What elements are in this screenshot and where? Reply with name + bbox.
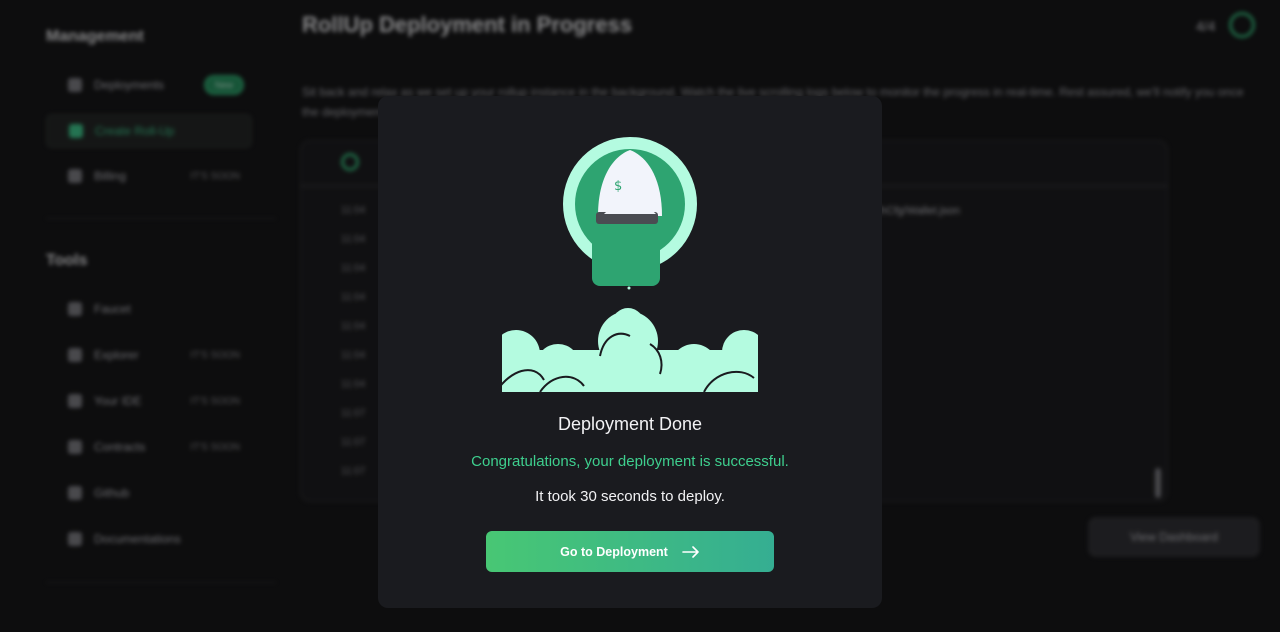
deploy-duration-text: It took 30 seconds to deploy.: [535, 488, 725, 505]
spinner-icon: [341, 153, 359, 171]
sidebar-item-label: Faucet: [94, 302, 131, 316]
sidebar-item-documentations[interactable]: Documentations: [46, 523, 250, 555]
sidebar-item-create-rollup[interactable]: Create Roll-Up: [46, 114, 252, 148]
modal-title: Deployment Done: [557, 414, 703, 434]
go-to-deployment-button[interactable]: Go to Deployment: [486, 531, 774, 572]
sidebar-item-label: Explorer: [94, 348, 139, 362]
dollar-icon: $: [614, 179, 622, 194]
documentation-icon: [68, 532, 82, 546]
sidebar-heading-tools: Tools: [46, 252, 88, 269]
log-line: 11:07: [341, 437, 366, 448]
step-counter: 4/4: [1196, 18, 1216, 34]
contracts-icon: [68, 440, 82, 454]
deployment-done-modal: $ Deployment Done Congratulations, your …: [378, 96, 882, 608]
soon-tag: IT'S SOON: [190, 170, 240, 182]
sidebar-item-your-ide[interactable]: Your IDE IT'S SOON: [46, 385, 250, 417]
spark: [627, 286, 631, 290]
ide-icon: [68, 394, 82, 408]
deployments-icon: [68, 78, 82, 92]
log-line: 11:07: [341, 466, 366, 477]
soon-tag: IT'S SOON: [190, 441, 240, 453]
github-icon: [68, 486, 82, 500]
sidebar-item-contracts[interactable]: Contracts IT'S SOON: [46, 431, 250, 463]
billing-icon: [68, 169, 82, 183]
log-line-text: ethCfg/Wallet.json: [871, 205, 960, 217]
log-line: 11:04: [341, 321, 366, 332]
sidebar-item-label: Contracts: [94, 440, 146, 454]
sidebar-item-deployments[interactable]: Deployments New: [46, 69, 250, 101]
view-dashboard-button[interactable]: View Dashboard: [1088, 517, 1260, 557]
sidebar-divider: [46, 218, 276, 219]
log-line: 11:04: [341, 350, 366, 361]
sidebar-heading-management: Management: [46, 28, 144, 45]
new-badge: New: [205, 77, 242, 93]
page-title: RollUp Deployment in Progress: [302, 12, 633, 37]
sidebar-item-label: Github: [94, 486, 130, 500]
go-to-deployment-label: Go to Deployment: [560, 544, 668, 559]
soon-tag: IT'S SOON: [190, 349, 240, 361]
create-rollup-icon: [69, 124, 83, 138]
sidebar-item-label: Documentations: [94, 532, 181, 546]
sidebar-item-github[interactable]: Github: [46, 477, 250, 509]
log-line: 11:04: [341, 292, 366, 303]
sidebar-item-label: Deployments: [94, 78, 165, 92]
cloud-group: [500, 308, 760, 392]
sidebar-item-explorer[interactable]: Explorer IT'S SOON: [46, 339, 250, 371]
log-line: 11:04: [341, 379, 366, 390]
log-line: 11:04: [341, 205, 366, 216]
faucet-icon: [68, 302, 82, 316]
success-message: Congratulations, your deployment is succ…: [471, 453, 789, 470]
arrow-right-icon: [682, 545, 699, 558]
log-line: 11:04: [341, 234, 366, 245]
soon-tag: IT'S SOON: [190, 395, 240, 407]
explorer-icon: [68, 348, 82, 362]
log-line: 11:07: [341, 408, 366, 419]
sidebar-item-billing[interactable]: Billing IT'S SOON: [46, 160, 250, 192]
sidebar-item-faucet[interactable]: Faucet: [46, 293, 250, 325]
log-scrollbar[interactable]: [1155, 468, 1161, 498]
log-line: 11:04: [341, 263, 366, 274]
sidebar-item-label: Create Roll-Up: [95, 124, 175, 138]
sidebar-item-label: Your IDE: [94, 394, 142, 408]
sidebar: Management Deployments New Create Roll-U…: [0, 0, 290, 632]
rocket-launch-illustration: $: [500, 137, 760, 392]
sidebar-item-label: Billing: [94, 169, 127, 183]
sidebar-divider: [46, 582, 276, 583]
progress-ring-icon: [1229, 12, 1255, 38]
rocket-body: [592, 214, 660, 286]
